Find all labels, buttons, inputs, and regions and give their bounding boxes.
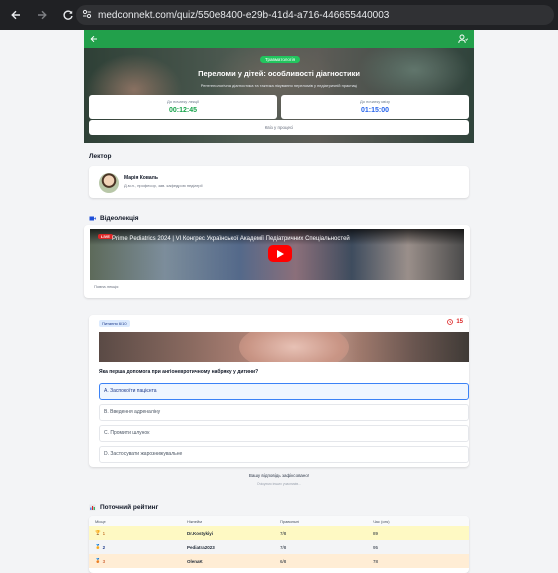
question-timer: 15 — [447, 319, 463, 325]
answer-option-b[interactable]: B. Введення адреналіну — [99, 404, 469, 421]
row-nickname: Dr.Kostykiyi — [187, 530, 214, 536]
lecturer-section-title: Лектор — [89, 153, 112, 160]
lecture-title: Переломи у дітей: особливості діагностик… — [198, 69, 360, 78]
video-title[interactable]: Prime Pediatrics 2024 | VI Конгрес Украї… — [112, 236, 350, 242]
column-header-place: Місце — [95, 518, 106, 524]
waiting-note: Очікуємо інших учасників... — [256, 482, 302, 486]
lecture-timer-value: 00:12:45 — [168, 107, 198, 114]
table-row: 🥉 3 OlenaK 6/8 78 — [89, 554, 469, 568]
rating-section-title: Поточний рейтинг — [89, 504, 158, 511]
quiz-card: Питання 6/10 15 Яка перша допомога при а… — [89, 315, 469, 467]
table-row: 🏆 1 Dr.Kostykiyi 7/8 89 — [89, 526, 469, 540]
rating-table: Місце Нікнейм Правильні Час (сек) 🏆 1 Dr… — [89, 516, 469, 573]
lecture-timer-label: До початку лекції — [167, 99, 199, 104]
row-place: 1 — [102, 530, 106, 536]
bronze-medal-icon: 🥉 — [95, 558, 101, 563]
lecturer-name: Марія Коваль — [124, 175, 158, 181]
row-correct: 6/8 — [280, 558, 287, 564]
quiz-timer-label: До початку квізу — [360, 99, 390, 104]
lecturer-description: Д.м.н., професор, зав. кафедрою педіатрі… — [124, 183, 203, 188]
row-time: 89 — [373, 530, 379, 536]
question-image — [99, 332, 469, 362]
browser-toolbar: medconnekt.com/quiz/550e8400-e29b-41d4-a… — [0, 0, 558, 30]
video-section-title: Відеолекція — [89, 215, 139, 222]
answer-submitted-note: Вашу відповідь зафіксовано! — [248, 473, 310, 478]
url-text[interactable]: medconnekt.com/quiz/550e8400-e29b-41d4-a… — [98, 10, 389, 21]
category-badge: Травматологія — [260, 56, 301, 63]
question-counter-badge: Питання 6/10 — [99, 320, 130, 327]
row-nickname: Pediatra2023 — [187, 544, 215, 550]
silver-medal-icon: 🏅 — [95, 544, 101, 549]
header-bar — [84, 30, 474, 48]
row-correct: 7/8 — [280, 544, 287, 550]
row-place: 3 — [102, 558, 106, 564]
site-settings-icon[interactable] — [82, 6, 92, 24]
quiz-timer-card: До початку квізу 01:15:00 — [281, 95, 469, 119]
column-header-time: Час (сек) — [373, 518, 390, 524]
reload-icon[interactable] — [58, 5, 78, 25]
lecture-timer-card: До початку лекції 00:12:45 — [89, 95, 277, 119]
row-correct: 7/8 — [280, 530, 287, 536]
question-text: Яка перша допомога при ангіоневротичному… — [99, 369, 259, 375]
quiz-status: Квіз у процесі — [89, 120, 469, 135]
answer-option-a[interactable]: A. Заспокоїти пацієнта — [99, 383, 469, 400]
video-camera-icon — [89, 215, 96, 222]
user-icon[interactable] — [458, 34, 468, 44]
lecturer-card: Марія Коваль Д.м.н., професор, зав. кафе… — [89, 166, 469, 198]
answer-option-c[interactable]: C. Промити шлунок — [99, 425, 469, 442]
trophy-icon: 🏆 — [95, 530, 101, 535]
page: Травматологія Переломи у дітей: особливо… — [0, 30, 558, 573]
video-player[interactable]: LIVE Prime Pediatrics 2024 | VI Конгрес … — [90, 229, 464, 280]
lecture-subtitle: Рентгенологічна діагностика та тактика л… — [200, 83, 358, 88]
back-icon[interactable] — [6, 5, 26, 25]
row-nickname: OlenaK — [187, 558, 203, 564]
table-row: 🏅 2 Pediatra2023 7/8 95 — [89, 540, 469, 554]
column-header-nickname: Нікнейм — [187, 518, 202, 524]
back-arrow-icon[interactable] — [90, 35, 98, 43]
hero-banner: Травматологія Переломи у дітей: особливо… — [84, 30, 474, 143]
chart-icon — [89, 504, 96, 511]
quiz-timer-value: 01:15:00 — [360, 107, 390, 114]
row-time: 78 — [373, 558, 379, 564]
video-caption: Повна лекція — [94, 284, 119, 289]
clock-icon — [447, 319, 454, 325]
row-time: 95 — [373, 544, 379, 550]
play-icon[interactable] — [268, 245, 292, 262]
answer-option-d[interactable]: D. Застосувати жарознижувальне — [99, 446, 469, 463]
row-place: 2 — [102, 544, 106, 550]
lecturer-avatar — [99, 173, 119, 193]
question-timer-value: 15 — [456, 319, 463, 325]
rating-table-header: Місце Нікнейм Правильні Час (сек) — [89, 516, 469, 526]
forward-icon[interactable] — [32, 5, 52, 25]
column-header-correct: Правильні — [280, 518, 300, 524]
live-badge: LIVE — [98, 234, 113, 239]
address-bar[interactable]: medconnekt.com/quiz/550e8400-e29b-41d4-a… — [76, 5, 554, 25]
video-card: LIVE Prime Pediatrics 2024 | VI Конгрес … — [84, 225, 470, 298]
